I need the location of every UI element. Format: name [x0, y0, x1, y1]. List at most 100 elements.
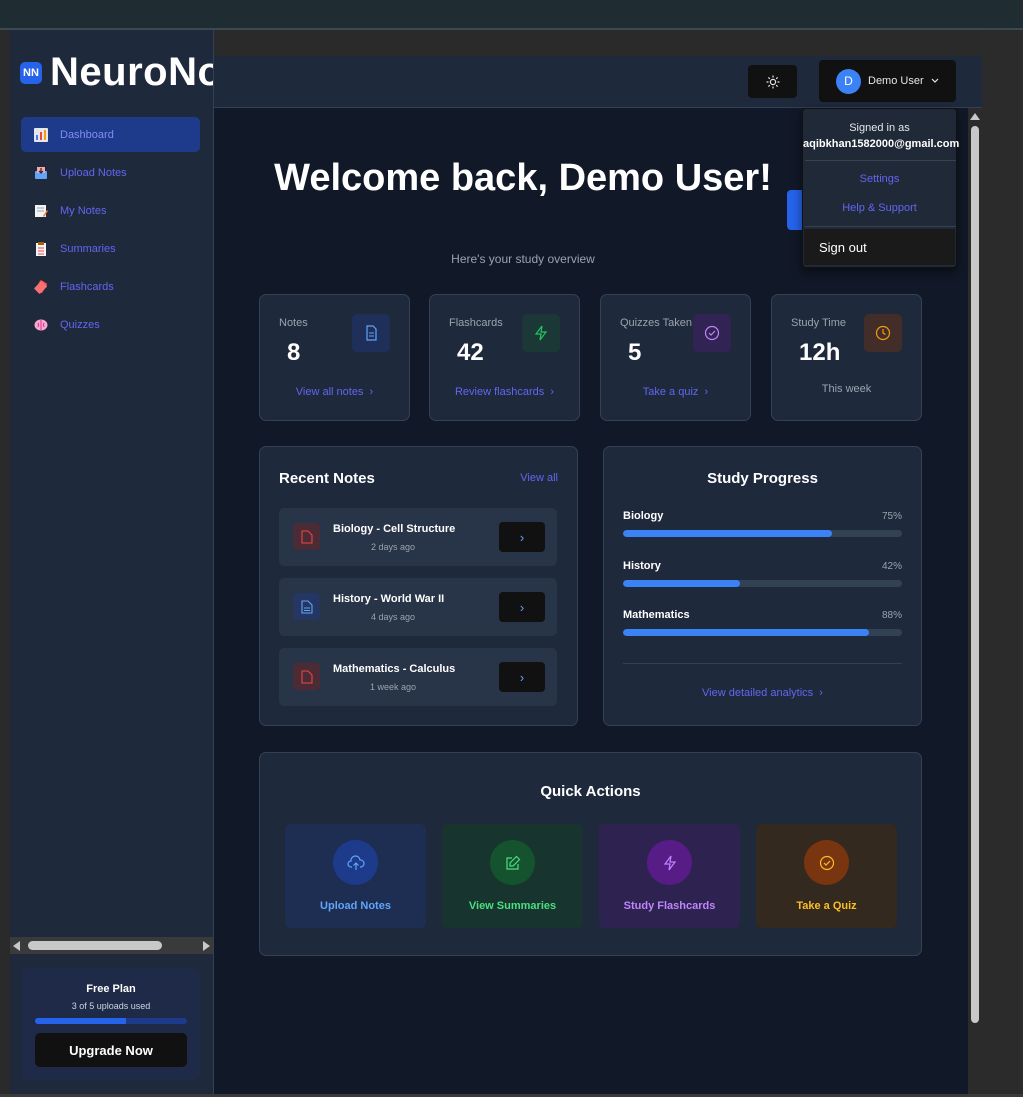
upload-cloud-icon [333, 840, 378, 885]
scrollbar-thumb[interactable] [971, 126, 979, 1023]
link-label: View all notes [295, 386, 364, 398]
recent-notes-title: Recent Notes [279, 470, 375, 487]
sign-out-menu-item[interactable]: Sign out [804, 229, 955, 265]
sidebar-nav: Dashboard Upload Notes My Notes Summarie… [21, 117, 200, 345]
chevron-right-icon: › [519, 529, 525, 545]
sidebar-item-summaries[interactable]: Summaries [21, 231, 200, 266]
stat-value: 8 [287, 339, 301, 366]
clipboard-icon [33, 241, 49, 257]
action-label: Study Flashcards [623, 900, 716, 912]
sidebar-item-upload-notes[interactable]: Upload Notes [21, 155, 200, 190]
page-title: Welcome back, Demo User! [274, 157, 772, 199]
action-label: Upload Notes [320, 900, 391, 912]
chevron-right-icon: › [816, 687, 823, 699]
stat-card-study-time: Study Time 12h This week [771, 294, 922, 421]
page-subtitle: Here's your study overview [451, 252, 595, 266]
sidebar-item-flashcards[interactable]: Flashcards [21, 269, 200, 304]
logo-text: NeuroNo [50, 50, 214, 94]
divider [805, 226, 956, 227]
subject-name: Biology [623, 510, 664, 522]
upload-notes-action[interactable]: Upload Notes [285, 824, 426, 928]
stat-card-flashcards: Flashcards 42 Review flashcards › [429, 294, 580, 421]
link-label: Review flashcards [454, 386, 545, 398]
note-title: Mathematics - Calculus [333, 663, 456, 675]
detailed-analytics-link[interactable]: View detailed analytics › [604, 687, 921, 699]
sidebar-item-label: Summaries [60, 242, 116, 255]
view-all-notes-link[interactable]: View all notes › [260, 386, 409, 398]
settings-menu-item[interactable]: Settings [803, 173, 956, 185]
theme-toggle-button[interactable] [748, 65, 797, 98]
bar-chart-icon [33, 127, 49, 143]
progress-fill [623, 629, 869, 636]
scroll-left-arrow-icon[interactable] [13, 941, 20, 951]
user-dropdown-menu: Signed in as aqibkhan1582000@gmail.com S… [802, 108, 960, 268]
scroll-up-arrow-icon[interactable] [970, 113, 980, 120]
chevron-right-icon: › [519, 599, 525, 615]
help-support-menu-item[interactable]: Help & Support [803, 202, 956, 214]
list-item[interactable]: Biology - Cell Structure 2 days ago › [279, 508, 557, 566]
clock-icon [864, 314, 902, 352]
take-a-quiz-action[interactable]: Take a Quiz [756, 824, 897, 928]
stat-card-notes: Notes 8 View all notes › [259, 294, 410, 421]
open-note-button[interactable]: › [499, 522, 545, 552]
divider [805, 160, 956, 161]
scrollbar-thumb[interactable] [28, 941, 162, 950]
chevron-right-icon: › [701, 386, 709, 398]
progress-fill [623, 530, 833, 537]
link-label: Take a quiz [642, 386, 699, 398]
view-summaries-action[interactable]: View Summaries [442, 824, 583, 928]
check-circle-icon [693, 314, 731, 352]
user-menu-button[interactable]: D Demo User [819, 60, 956, 102]
user-email: aqibkhan1582000@gmail.com [803, 138, 960, 150]
lightning-icon [647, 840, 692, 885]
document-icon [293, 663, 320, 690]
view-all-link[interactable]: View all [520, 472, 558, 484]
logo-badge: NN [20, 61, 42, 84]
review-flashcards-link[interactable]: Review flashcards › [430, 386, 579, 398]
quick-actions-title: Quick Actions [540, 783, 641, 800]
user-name: Demo User [868, 75, 924, 87]
subject-percent: 88% [881, 610, 902, 621]
main-vertical-scrollbar[interactable] [968, 108, 982, 1095]
link-label: View detailed analytics [702, 687, 814, 699]
action-label: View Summaries [468, 900, 557, 912]
subject-percent: 42% [881, 561, 902, 572]
list-item[interactable]: History - World War II 4 days ago › [279, 578, 557, 636]
top-header: D Demo User [214, 56, 982, 108]
subject-name: History [623, 560, 661, 572]
note-date: 2 days ago [370, 542, 416, 552]
plan-usage: 3 of 5 uploads used [71, 1001, 151, 1011]
sidebar-item-dashboard[interactable]: Dashboard [21, 117, 200, 152]
sidebar-item-label: Quizzes [60, 318, 100, 331]
note-title: Biology - Cell Structure [333, 523, 456, 535]
sidebar-horizontal-scrollbar[interactable] [10, 937, 213, 954]
open-note-button[interactable]: › [499, 592, 545, 622]
scroll-right-arrow-icon[interactable] [203, 941, 210, 951]
upgrade-button[interactable]: Upgrade Now [35, 1033, 187, 1067]
progress-bar [623, 530, 902, 537]
take-a-quiz-link[interactable]: Take a quiz › [601, 386, 750, 398]
stat-label: Quizzes Taken [620, 317, 692, 329]
chevron-right-icon: › [519, 669, 525, 685]
lightning-icon [522, 314, 560, 352]
sidebar: NN NeuroNo Dashboard Upload Notes My Not… [10, 30, 214, 1095]
sidebar-item-label: Upload Notes [60, 166, 127, 179]
subject-percent: 75% [881, 511, 902, 522]
stat-note: This week [821, 383, 872, 395]
quick-actions-panel: Quick Actions Upload Notes View Summarie… [259, 752, 922, 956]
avatar: D [836, 68, 861, 94]
chevron-right-icon: › [366, 386, 374, 398]
study-flashcards-action[interactable]: Study Flashcards [599, 824, 740, 928]
study-progress-panel: Study Progress Biology 75% History 42% M… [603, 446, 922, 726]
note-title: History - World War II [333, 593, 445, 605]
stat-label: Study Time [791, 317, 847, 329]
open-note-button[interactable]: › [499, 662, 545, 692]
action-label: Take a Quiz [796, 900, 857, 912]
sidebar-item-quizzes[interactable]: Quizzes [21, 307, 200, 342]
list-item[interactable]: Mathematics - Calculus 1 week ago › [279, 648, 557, 706]
note-date: 1 week ago [369, 682, 417, 692]
sidebar-item-my-notes[interactable]: My Notes [21, 193, 200, 228]
app-logo[interactable]: NN NeuroNo [20, 50, 214, 95]
recent-notes-panel: Recent Notes View all Biology - Cell Str… [259, 446, 578, 726]
stat-value: 42 [457, 339, 484, 366]
